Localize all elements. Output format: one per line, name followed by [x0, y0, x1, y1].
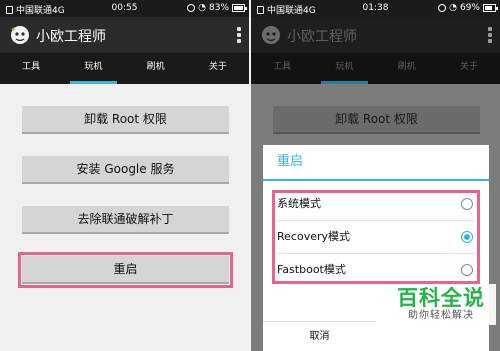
status-icons: ◔ 69% [438, 2, 498, 13]
battery-percent: 83% [208, 3, 229, 13]
screen-right: 中国联通4G 01:38 ◔ 69% 小欧工程师 工具 玩机 刷机 关于 卸载 … [251, 0, 500, 351]
alarm-icon [187, 4, 196, 12]
reboot-button[interactable]: 重启 [18, 252, 233, 288]
app-title: 小欧工程师 [36, 29, 106, 45]
status-bar: 中国联通4G 00:55 ◔ 83% [0, 0, 249, 17]
tab-flash[interactable]: 刷机 [376, 53, 438, 84]
battery-fill [234, 6, 243, 10]
overflow-menu-icon[interactable] [488, 27, 492, 43]
cancel-button[interactable]: 取消 [263, 321, 376, 351]
watermark: 百科全说 助你轻松解决 [386, 284, 496, 325]
watermark-title: 百科全说 [397, 286, 485, 310]
remove-unicom-patch-button[interactable]: 去除联通破解补丁 [22, 206, 229, 234]
battery-icon [232, 4, 247, 12]
battery-icon [483, 4, 498, 12]
battery-fill [485, 6, 492, 10]
app-bar: 小欧工程师 [251, 17, 500, 53]
wifi-icon: ◔ [198, 2, 206, 13]
overflow-menu-icon[interactable] [237, 27, 241, 43]
app-logo-icon [262, 26, 280, 44]
main-content: 卸载 Root 权限 安装 Google 服务 去除联通破解补丁 重启 [0, 84, 249, 351]
tab-bar: 工具 玩机 刷机 关于 [251, 53, 500, 84]
tab-about[interactable]: 关于 [438, 53, 500, 84]
tab-play[interactable]: 玩机 [62, 53, 124, 84]
tab-flash[interactable]: 刷机 [125, 53, 187, 84]
status-bar: 中国联通4G 01:38 ◔ 69% [251, 0, 500, 17]
options-highlight-frame [272, 190, 480, 284]
install-google-services-button[interactable]: 安装 Google 服务 [22, 156, 229, 184]
uninstall-root-button: 卸载 Root 权限 [273, 106, 480, 134]
watermark-subtitle: 助你轻松解决 [408, 310, 474, 321]
wifi-icon: ◔ [449, 2, 457, 13]
screen-left: 中国联通4G 00:55 ◔ 83% 小欧工程师 工具 玩机 刷机 关于 卸载 … [0, 0, 249, 351]
dialog-title: 重启 [263, 145, 489, 181]
tab-about[interactable]: 关于 [187, 53, 249, 84]
battery-percent: 69% [459, 3, 480, 13]
status-icons: ◔ 83% [187, 2, 247, 13]
tab-tools[interactable]: 工具 [251, 53, 313, 84]
tab-play[interactable]: 玩机 [313, 53, 375, 84]
alarm-icon [438, 4, 447, 12]
tab-tools[interactable]: 工具 [0, 53, 62, 84]
app-bar: 小欧工程师 [0, 17, 249, 53]
tab-bar: 工具 玩机 刷机 关于 [0, 53, 249, 84]
app-logo-icon [11, 26, 29, 44]
app-title: 小欧工程师 [287, 29, 357, 45]
uninstall-root-button[interactable]: 卸载 Root 权限 [22, 106, 229, 134]
